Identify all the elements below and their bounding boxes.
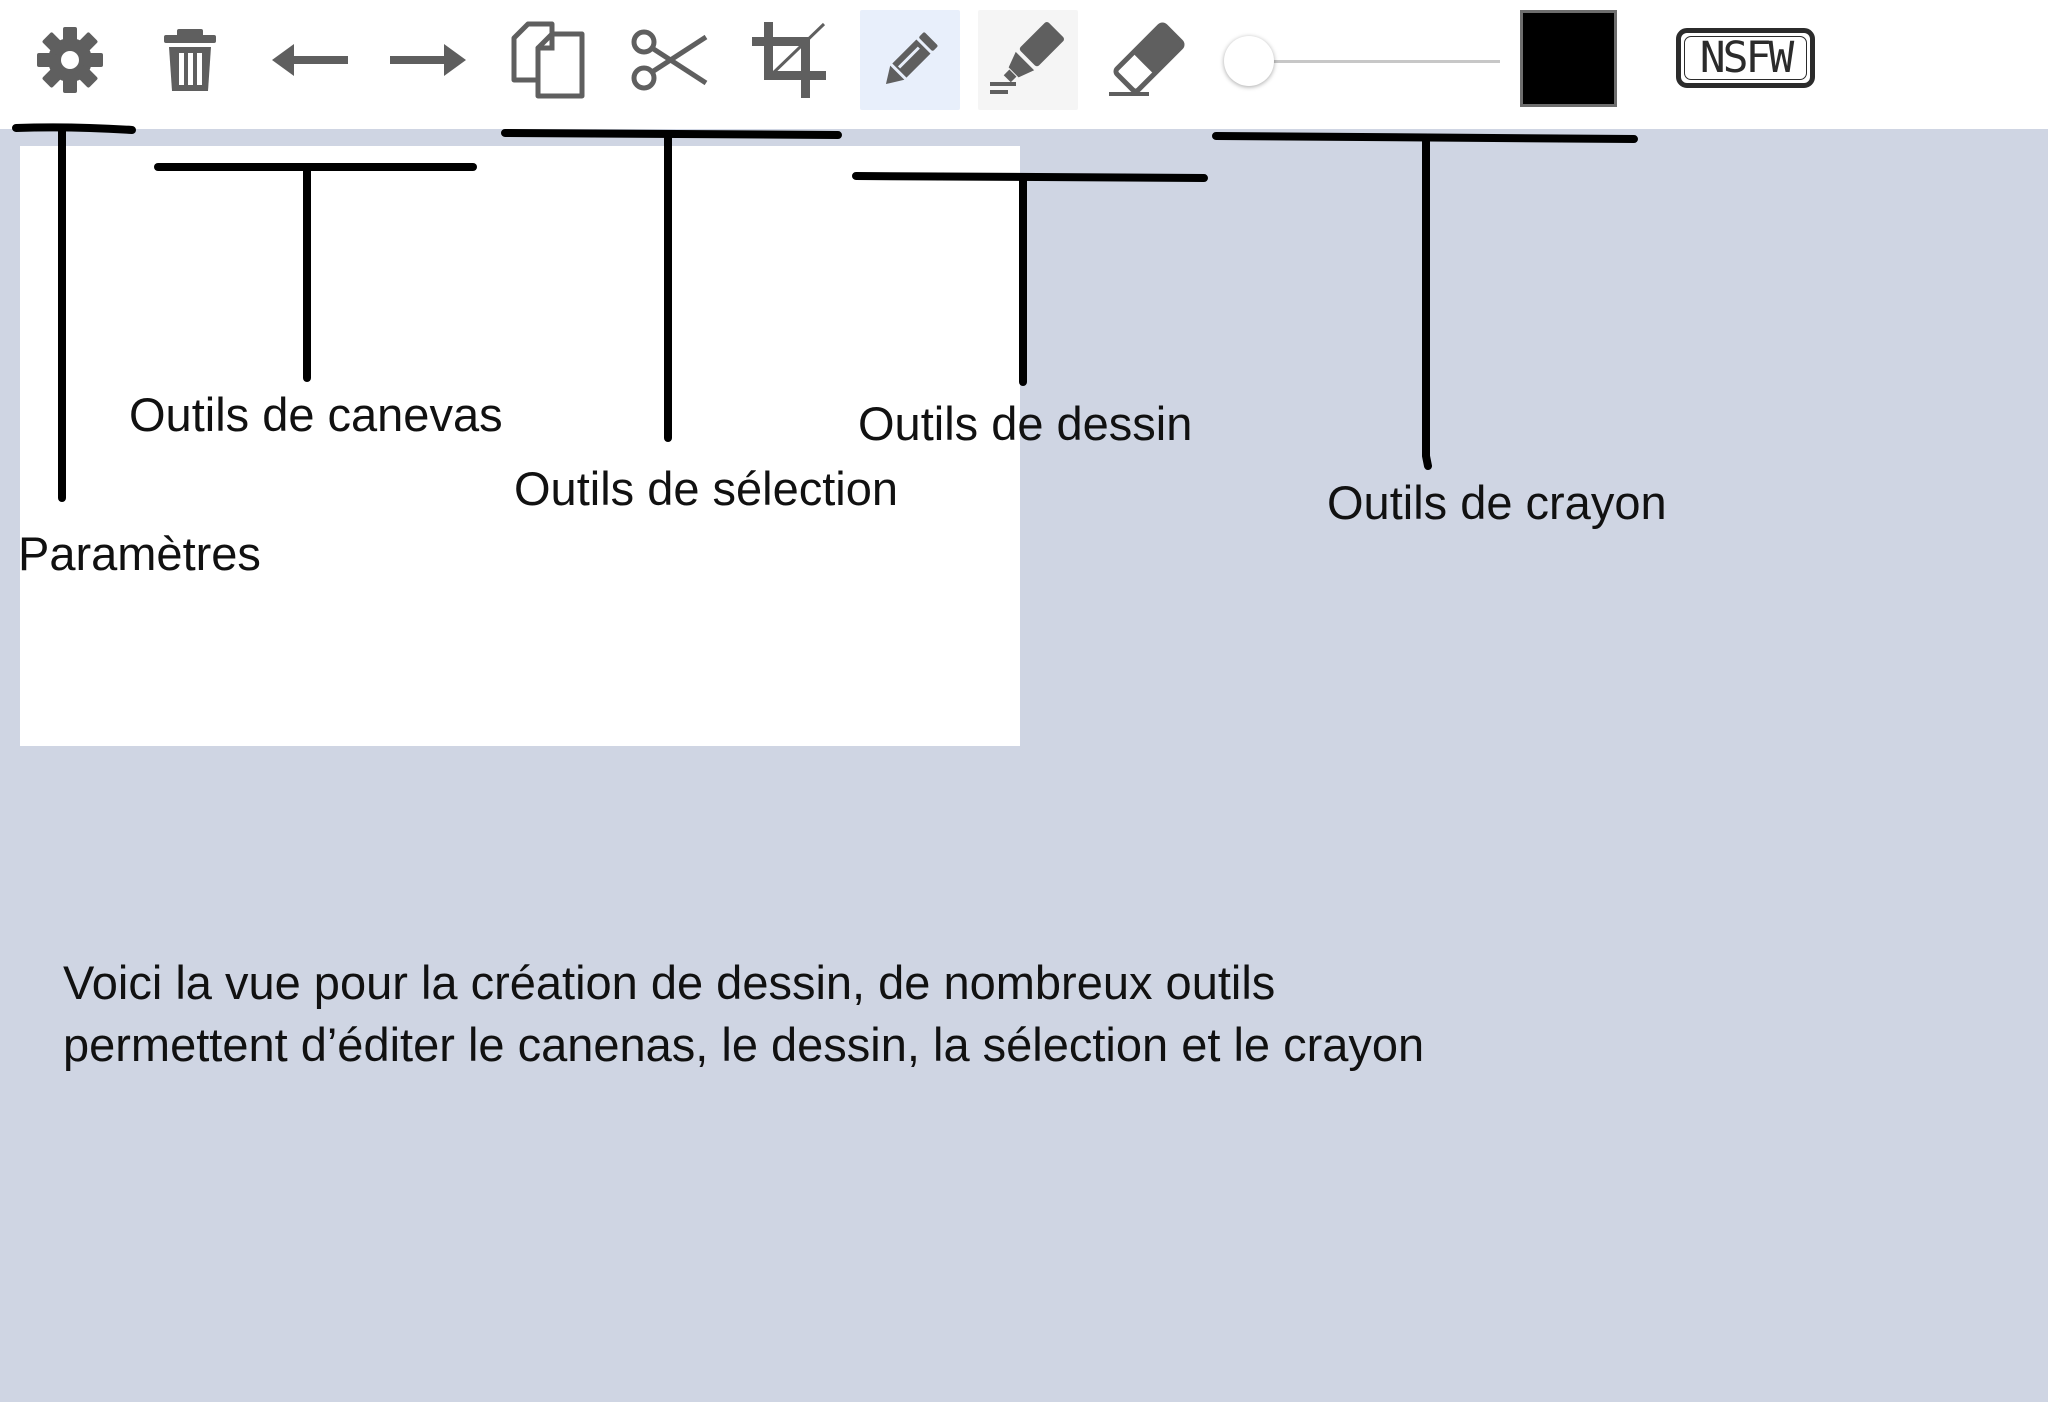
caption-line-2: permettent d’éditer le canenas, le dessi… xyxy=(63,1018,1425,1071)
cut-button[interactable] xyxy=(620,10,720,110)
marker-icon xyxy=(990,22,1064,94)
copy-button[interactable] xyxy=(498,10,598,110)
eraser-tool-button[interactable] xyxy=(1098,10,1198,110)
crop-icon xyxy=(752,22,826,98)
undo-arrow-icon xyxy=(272,44,348,76)
scissors-icon xyxy=(631,29,708,91)
pencil-tool-button[interactable] xyxy=(860,10,960,110)
crop-button[interactable] xyxy=(740,10,840,110)
bracket-pencil-tools xyxy=(1212,132,1638,470)
redo-button[interactable] xyxy=(378,10,478,110)
slider-track xyxy=(1250,60,1500,63)
toolbar: NSFW xyxy=(0,0,2048,129)
redo-arrow-icon xyxy=(390,44,466,76)
description-caption: Voici la vue pour la création de dessin,… xyxy=(63,952,1663,1076)
brush-size-slider[interactable] xyxy=(1220,30,1500,94)
marker-tool-button[interactable] xyxy=(978,10,1078,110)
annotation-pencil-tools-label: Outils de crayon xyxy=(1327,476,1667,529)
pencil-icon xyxy=(885,32,938,85)
slider-thumb[interactable] xyxy=(1224,36,1274,86)
annotation-canvas-tools-label: Outils de canevas xyxy=(129,388,503,441)
annotation-drawing-tools-label: Outils de dessin xyxy=(858,397,1193,450)
annotation-settings-label: Paramètres xyxy=(18,527,261,580)
gear-icon xyxy=(37,27,103,93)
delete-button[interactable] xyxy=(140,10,240,110)
settings-button[interactable] xyxy=(20,10,120,110)
nsfw-toggle[interactable]: NSFW xyxy=(1676,28,1815,88)
undo-button[interactable] xyxy=(260,10,360,110)
color-picker-swatch[interactable] xyxy=(1520,10,1617,107)
annotation-selection-tools-label: Outils de sélection xyxy=(514,462,899,515)
caption-line-1: Voici la vue pour la création de dessin,… xyxy=(63,956,1276,1009)
copy-icon xyxy=(511,21,585,99)
trash-icon xyxy=(164,29,216,91)
eraser-icon xyxy=(1109,22,1185,96)
